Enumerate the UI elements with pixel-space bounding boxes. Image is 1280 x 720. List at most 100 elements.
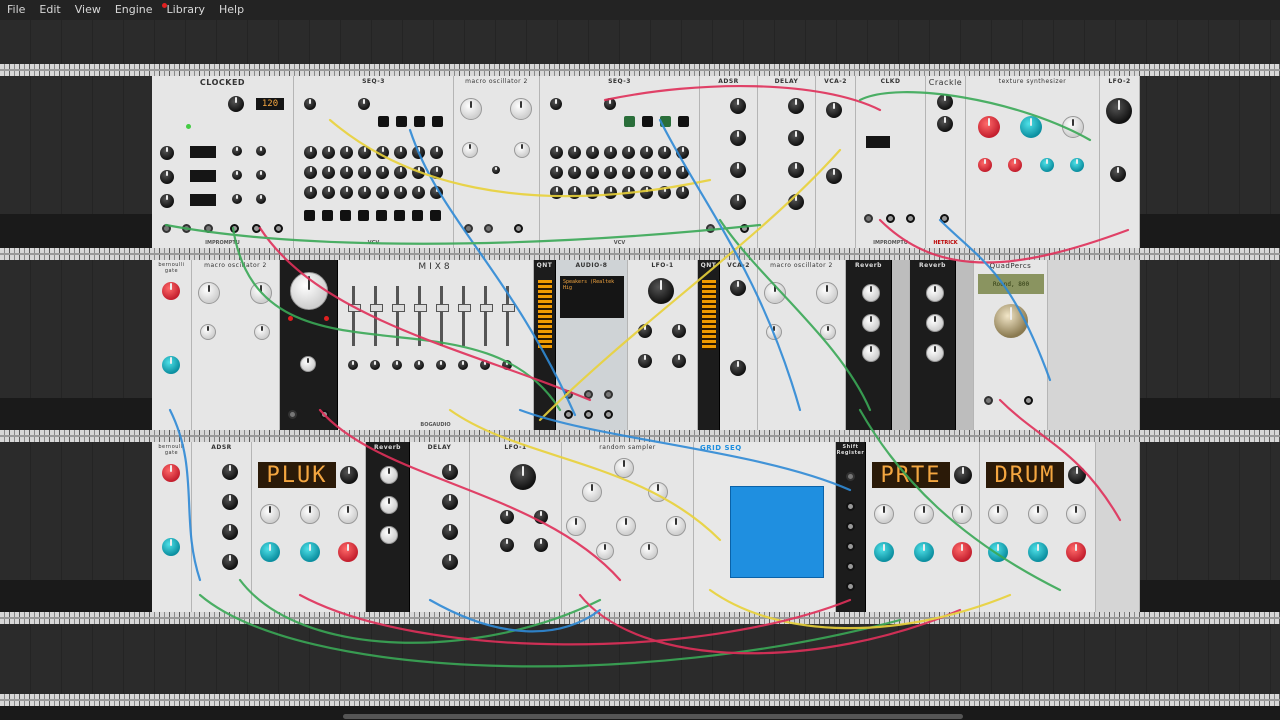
harmonics-knob[interactable] — [816, 282, 838, 304]
gate-jack[interactable] — [706, 224, 715, 233]
module-shift-register[interactable]: Shift Register — [836, 442, 866, 612]
harmonics-knob[interactable] — [510, 98, 532, 120]
morph-knob[interactable] — [820, 324, 836, 340]
step-knob[interactable] — [586, 146, 599, 159]
color-knob[interactable] — [338, 542, 358, 562]
module-vca2-b[interactable]: VCA-2 — [720, 260, 758, 430]
step-knob[interactable] — [622, 146, 635, 159]
time-knob[interactable] — [788, 98, 804, 114]
input-jack[interactable] — [584, 390, 593, 399]
module-grid-seq[interactable]: GRID SEQ — [694, 442, 836, 612]
length-knob[interactable] — [616, 516, 636, 536]
step-knob[interactable] — [322, 146, 335, 159]
time-knob[interactable] — [442, 464, 458, 480]
row-button[interactable] — [660, 116, 671, 127]
channel-fader[interactable] — [370, 286, 383, 346]
step-knob[interactable] — [340, 166, 353, 179]
timbre-knob[interactable] — [766, 324, 782, 340]
step-knob[interactable] — [412, 146, 425, 159]
row-button[interactable] — [414, 116, 425, 127]
timbre-mod-knob[interactable] — [988, 542, 1008, 562]
module-lfo1-b[interactable]: LFO-1 — [470, 442, 562, 612]
decay-knob[interactable] — [380, 466, 398, 484]
step-knob[interactable] — [658, 186, 671, 199]
gate-button[interactable] — [304, 210, 315, 221]
attack-knob[interactable] — [730, 98, 746, 114]
freq-knob[interactable] — [648, 278, 674, 304]
spread-knob[interactable] — [614, 458, 634, 478]
input-jack[interactable] — [564, 390, 573, 399]
timbre-mod-knob[interactable] — [260, 542, 280, 562]
release-knob[interactable] — [730, 194, 746, 210]
feedback-knob[interactable] — [442, 494, 458, 510]
channel-fader[interactable] — [502, 286, 515, 346]
mix-knob[interactable] — [380, 526, 398, 544]
module-macro-osc-a[interactable]: macro oscillator 2 — [454, 76, 540, 248]
step-knob[interactable] — [376, 166, 389, 179]
feedback-knob[interactable] — [788, 130, 804, 146]
deja-vu-knob[interactable] — [596, 542, 614, 560]
step-knob[interactable] — [586, 166, 599, 179]
damp-knob[interactable] — [862, 314, 880, 332]
release-knob[interactable] — [222, 554, 238, 570]
step-knob[interactable] — [322, 166, 335, 179]
timbre-knob[interactable] — [952, 504, 972, 524]
channel-fader[interactable] — [480, 286, 493, 346]
output-jack[interactable] — [584, 410, 593, 419]
gate-button[interactable] — [430, 210, 441, 221]
offset-knob[interactable] — [672, 354, 686, 368]
step-knob[interactable] — [322, 186, 335, 199]
pan-knob[interactable] — [414, 360, 424, 370]
decay-knob[interactable] — [222, 494, 238, 510]
sustain-knob[interactable] — [222, 524, 238, 540]
step-knob[interactable] — [304, 146, 317, 159]
level-knob[interactable] — [730, 360, 746, 376]
out-jack[interactable] — [1024, 396, 1033, 405]
attack-knob[interactable] — [222, 464, 238, 480]
module-macro-osc-c[interactable]: macro oscillator 2 — [758, 260, 846, 430]
frequency-knob[interactable] — [260, 504, 280, 524]
sustain-knob[interactable] — [730, 162, 746, 178]
pw-knob[interactable] — [256, 146, 266, 156]
input-jack[interactable] — [604, 390, 613, 399]
steps-knob[interactable] — [604, 98, 616, 110]
clk-jack[interactable] — [864, 214, 873, 223]
step-knob[interactable] — [604, 186, 617, 199]
rack-workspace[interactable]: CLOCKED 120 IMPROMPTU SEQ-3 VCV macro os… — [0, 20, 1280, 720]
gate-button[interactable] — [394, 210, 405, 221]
frequency-knob[interactable] — [764, 282, 786, 304]
color-knob[interactable] — [788, 162, 804, 178]
out-jack[interactable] — [846, 562, 855, 571]
rate-knob[interactable] — [566, 516, 586, 536]
swing-knob[interactable] — [232, 194, 242, 204]
module-mix8[interactable]: MIX8 BOGAUDIO — [338, 260, 534, 430]
bpm-knob[interactable] — [228, 96, 244, 112]
step-knob[interactable] — [394, 146, 407, 159]
step-knob[interactable] — [640, 166, 653, 179]
deja-vu-knob[interactable] — [640, 542, 658, 560]
row-button[interactable] — [396, 116, 407, 127]
menu-file[interactable]: File — [0, 0, 32, 20]
module-clocked[interactable]: CLOCKED 120 IMPROMPTU — [152, 76, 294, 248]
in-gain-knob[interactable] — [978, 158, 992, 172]
module-texture-synth[interactable]: texture synthesizer — [966, 76, 1100, 248]
timbre-knob[interactable] — [1066, 504, 1086, 524]
steps-knob[interactable] — [358, 98, 370, 110]
gate-button[interactable] — [358, 210, 369, 221]
scrollbar-thumb[interactable] — [343, 714, 963, 719]
step-knob[interactable] — [640, 186, 653, 199]
clock-jack[interactable] — [288, 410, 297, 419]
clock-knob[interactable] — [550, 98, 562, 110]
trig-jack[interactable] — [464, 224, 473, 233]
step-knob[interactable] — [604, 146, 617, 159]
probability-knob[interactable] — [162, 282, 180, 300]
level-knob[interactable] — [826, 168, 842, 184]
pan-knob[interactable] — [458, 360, 468, 370]
step-grid[interactable] — [730, 486, 824, 578]
position-knob[interactable] — [978, 116, 1000, 138]
frequency-knob[interactable] — [988, 504, 1008, 524]
module-lfo2[interactable]: LFO-2 — [1100, 76, 1140, 248]
timbre-knob[interactable] — [462, 142, 478, 158]
step-knob[interactable] — [568, 146, 581, 159]
step-knob[interactable] — [340, 146, 353, 159]
